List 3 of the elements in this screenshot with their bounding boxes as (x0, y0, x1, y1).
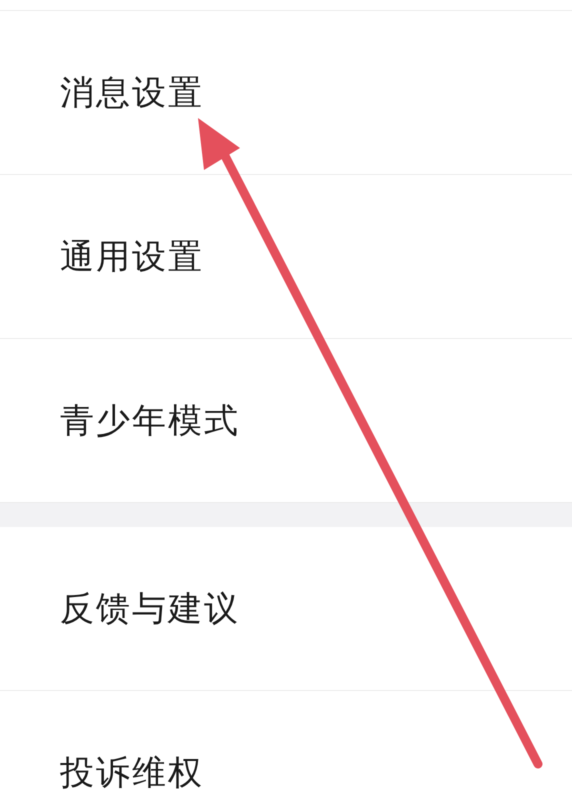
settings-row[interactable]: 反馈与建议 (0, 527, 572, 691)
settings-row[interactable]: 通用设置 (0, 175, 572, 339)
settings-row[interactable]: 投诉维权 (0, 691, 572, 796)
